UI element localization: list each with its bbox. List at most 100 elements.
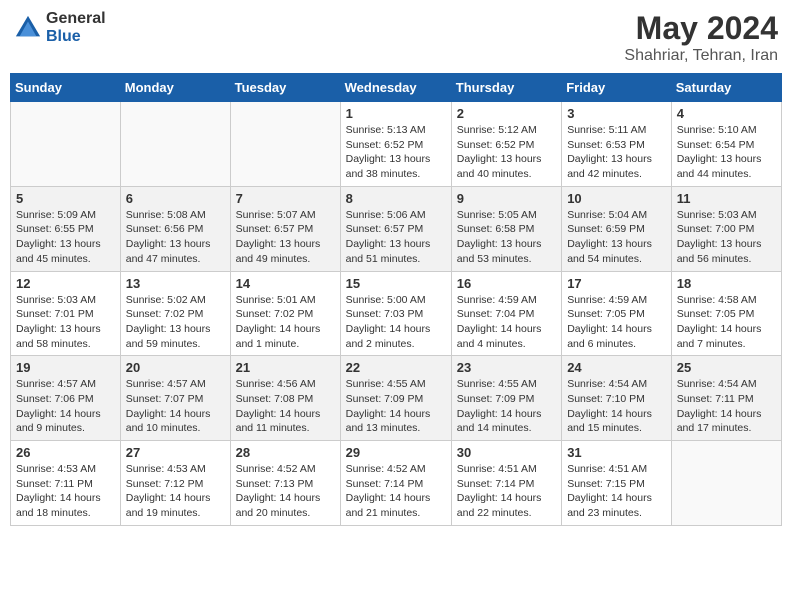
day-info: Sunrise: 4:51 AM Sunset: 7:15 PM Dayligh…: [567, 462, 666, 521]
calendar-day-22: 22 Sunrise: 4:55 AM Sunset: 7:09 PM Dayli…: [340, 356, 451, 441]
calendar-day-19: 19 Sunrise: 4:57 AM Sunset: 7:06 PM Dayli…: [11, 356, 121, 441]
day-info: Sunrise: 5:03 AM Sunset: 7:00 PM Dayligh…: [677, 208, 776, 267]
header-friday: Friday: [562, 74, 672, 102]
logo-text: General Blue: [46, 10, 106, 45]
day-number: 13: [126, 276, 225, 291]
day-number: 1: [346, 106, 446, 121]
header-saturday: Saturday: [671, 74, 781, 102]
day-number: 22: [346, 360, 446, 375]
calendar-day-12: 12 Sunrise: 5:03 AM Sunset: 7:01 PM Dayli…: [11, 271, 121, 356]
calendar-title: May 2024: [624, 10, 778, 47]
day-info: Sunrise: 5:09 AM Sunset: 6:55 PM Dayligh…: [16, 208, 115, 267]
day-info: Sunrise: 5:12 AM Sunset: 6:52 PM Dayligh…: [457, 123, 556, 182]
calendar-day-10: 10 Sunrise: 5:04 AM Sunset: 6:59 PM Dayli…: [562, 186, 672, 271]
calendar-day-23: 23 Sunrise: 4:55 AM Sunset: 7:09 PM Dayli…: [451, 356, 561, 441]
day-number: 10: [567, 191, 666, 206]
day-number: 26: [16, 445, 115, 460]
day-number: 20: [126, 360, 225, 375]
day-info: Sunrise: 4:53 AM Sunset: 7:11 PM Dayligh…: [16, 462, 115, 521]
day-info: Sunrise: 5:04 AM Sunset: 6:59 PM Dayligh…: [567, 208, 666, 267]
day-info: Sunrise: 4:58 AM Sunset: 7:05 PM Dayligh…: [677, 293, 776, 352]
calendar-day-empty: [671, 441, 781, 526]
calendar-day-13: 13Sunrise: 5:02 AM Sunset: 7:02 PM Dayli…: [120, 271, 230, 356]
day-number: 30: [457, 445, 556, 460]
calendar-day-21: 21Sunrise: 4:56 AM Sunset: 7:08 PM Dayli…: [230, 356, 340, 441]
day-number: 14: [236, 276, 335, 291]
day-info: Sunrise: 5:05 AM Sunset: 6:58 PM Dayligh…: [457, 208, 556, 267]
day-info: Sunrise: 4:57 AM Sunset: 7:06 PM Dayligh…: [16, 377, 115, 436]
calendar-day-5: 5 Sunrise: 5:09 AM Sunset: 6:55 PM Daylig…: [11, 186, 121, 271]
day-number: 5: [16, 191, 115, 206]
day-info: Sunrise: 4:59 AM Sunset: 7:04 PM Dayligh…: [457, 293, 556, 352]
calendar-day-24: 24 Sunrise: 4:54 AM Sunset: 7:10 PM Dayli…: [562, 356, 672, 441]
page-header: General Blue May 2024 Shahriar, Tehran, …: [10, 10, 782, 65]
day-info: Sunrise: 5:01 AM Sunset: 7:02 PM Dayligh…: [236, 293, 335, 352]
logo-blue: Blue: [46, 28, 106, 46]
day-number: 2: [457, 106, 556, 121]
calendar-day-25: 25Sunrise: 4:54 AM Sunset: 7:11 PM Dayli…: [671, 356, 781, 441]
calendar-day-18: 18 Sunrise: 4:58 AM Sunset: 7:05 PM Dayli…: [671, 271, 781, 356]
calendar-day-7: 7 Sunrise: 5:07 AM Sunset: 6:57 PM Daylig…: [230, 186, 340, 271]
day-number: 11: [677, 191, 776, 206]
day-info: Sunrise: 5:06 AM Sunset: 6:57 PM Dayligh…: [346, 208, 446, 267]
day-number: 28: [236, 445, 335, 460]
calendar-day-20: 20 Sunrise: 4:57 AM Sunset: 7:07 PM Dayli…: [120, 356, 230, 441]
calendar-day-28: 28 Sunrise: 4:52 AM Sunset: 7:13 PM Dayli…: [230, 441, 340, 526]
calendar-day-27: 27 Sunrise: 4:53 AM Sunset: 7:12 PM Dayli…: [120, 441, 230, 526]
day-number: 27: [126, 445, 225, 460]
calendar-day-16: 16Sunrise: 4:59 AM Sunset: 7:04 PM Dayli…: [451, 271, 561, 356]
calendar-day-2: 2 Sunrise: 5:12 AM Sunset: 6:52 PM Daylig…: [451, 102, 561, 187]
day-info: Sunrise: 4:55 AM Sunset: 7:09 PM Dayligh…: [346, 377, 446, 436]
day-number: 25: [677, 360, 776, 375]
calendar-week-row: 12 Sunrise: 5:03 AM Sunset: 7:01 PM Dayli…: [11, 271, 782, 356]
day-info: Sunrise: 5:08 AM Sunset: 6:56 PM Dayligh…: [126, 208, 225, 267]
day-number: 12: [16, 276, 115, 291]
day-number: 19: [16, 360, 115, 375]
day-info: Sunrise: 4:52 AM Sunset: 7:13 PM Dayligh…: [236, 462, 335, 521]
calendar-day-3: 3Sunrise: 5:11 AM Sunset: 6:53 PM Daylig…: [562, 102, 672, 187]
calendar-day-26: 26 Sunrise: 4:53 AM Sunset: 7:11 PM Dayli…: [11, 441, 121, 526]
calendar-day-8: 8Sunrise: 5:06 AM Sunset: 6:57 PM Daylig…: [340, 186, 451, 271]
calendar-day-14: 14 Sunrise: 5:01 AM Sunset: 7:02 PM Dayli…: [230, 271, 340, 356]
calendar-day-30: 30 Sunrise: 4:51 AM Sunset: 7:14 PM Dayli…: [451, 441, 561, 526]
day-info: Sunrise: 4:55 AM Sunset: 7:09 PM Dayligh…: [457, 377, 556, 436]
calendar-week-row: 5 Sunrise: 5:09 AM Sunset: 6:55 PM Daylig…: [11, 186, 782, 271]
calendar-day-29: 29 Sunrise: 4:52 AM Sunset: 7:14 PM Dayli…: [340, 441, 451, 526]
day-info: Sunrise: 5:10 AM Sunset: 6:54 PM Dayligh…: [677, 123, 776, 182]
day-number: 17: [567, 276, 666, 291]
day-info: Sunrise: 4:51 AM Sunset: 7:14 PM Dayligh…: [457, 462, 556, 521]
calendar-day-4: 4Sunrise: 5:10 AM Sunset: 6:54 PM Daylig…: [671, 102, 781, 187]
day-info: Sunrise: 5:00 AM Sunset: 7:03 PM Dayligh…: [346, 293, 446, 352]
calendar-day-15: 15Sunrise: 5:00 AM Sunset: 7:03 PM Dayli…: [340, 271, 451, 356]
day-number: 18: [677, 276, 776, 291]
day-number: 24: [567, 360, 666, 375]
calendar-week-row: 19 Sunrise: 4:57 AM Sunset: 7:06 PM Dayli…: [11, 356, 782, 441]
calendar-day-11: 11 Sunrise: 5:03 AM Sunset: 7:00 PM Dayli…: [671, 186, 781, 271]
logo-icon: [14, 14, 42, 42]
day-info: Sunrise: 4:52 AM Sunset: 7:14 PM Dayligh…: [346, 462, 446, 521]
title-area: May 2024 Shahriar, Tehran, Iran: [624, 10, 778, 65]
calendar-day-empty: [120, 102, 230, 187]
calendar-location: Shahriar, Tehran, Iran: [624, 47, 778, 65]
calendar-table: SundayMondayTuesdayWednesdayThursdayFrid…: [10, 73, 782, 526]
day-info: Sunrise: 5:07 AM Sunset: 6:57 PM Dayligh…: [236, 208, 335, 267]
header-tuesday: Tuesday: [230, 74, 340, 102]
day-number: 23: [457, 360, 556, 375]
day-info: Sunrise: 4:53 AM Sunset: 7:12 PM Dayligh…: [126, 462, 225, 521]
day-info: Sunrise: 4:54 AM Sunset: 7:10 PM Dayligh…: [567, 377, 666, 436]
calendar-day-empty: [230, 102, 340, 187]
calendar-day-empty: [11, 102, 121, 187]
day-info: Sunrise: 4:57 AM Sunset: 7:07 PM Dayligh…: [126, 377, 225, 436]
day-number: 6: [126, 191, 225, 206]
day-number: 29: [346, 445, 446, 460]
header-wednesday: Wednesday: [340, 74, 451, 102]
day-number: 9: [457, 191, 556, 206]
calendar-day-31: 31Sunrise: 4:51 AM Sunset: 7:15 PM Dayli…: [562, 441, 672, 526]
logo-general: General: [46, 10, 106, 28]
header-sunday: Sunday: [11, 74, 121, 102]
calendar-day-6: 6 Sunrise: 5:08 AM Sunset: 6:56 PM Daylig…: [120, 186, 230, 271]
day-info: Sunrise: 4:56 AM Sunset: 7:08 PM Dayligh…: [236, 377, 335, 436]
calendar-header-row: SundayMondayTuesdayWednesdayThursdayFrid…: [11, 74, 782, 102]
day-info: Sunrise: 5:03 AM Sunset: 7:01 PM Dayligh…: [16, 293, 115, 352]
day-number: 7: [236, 191, 335, 206]
